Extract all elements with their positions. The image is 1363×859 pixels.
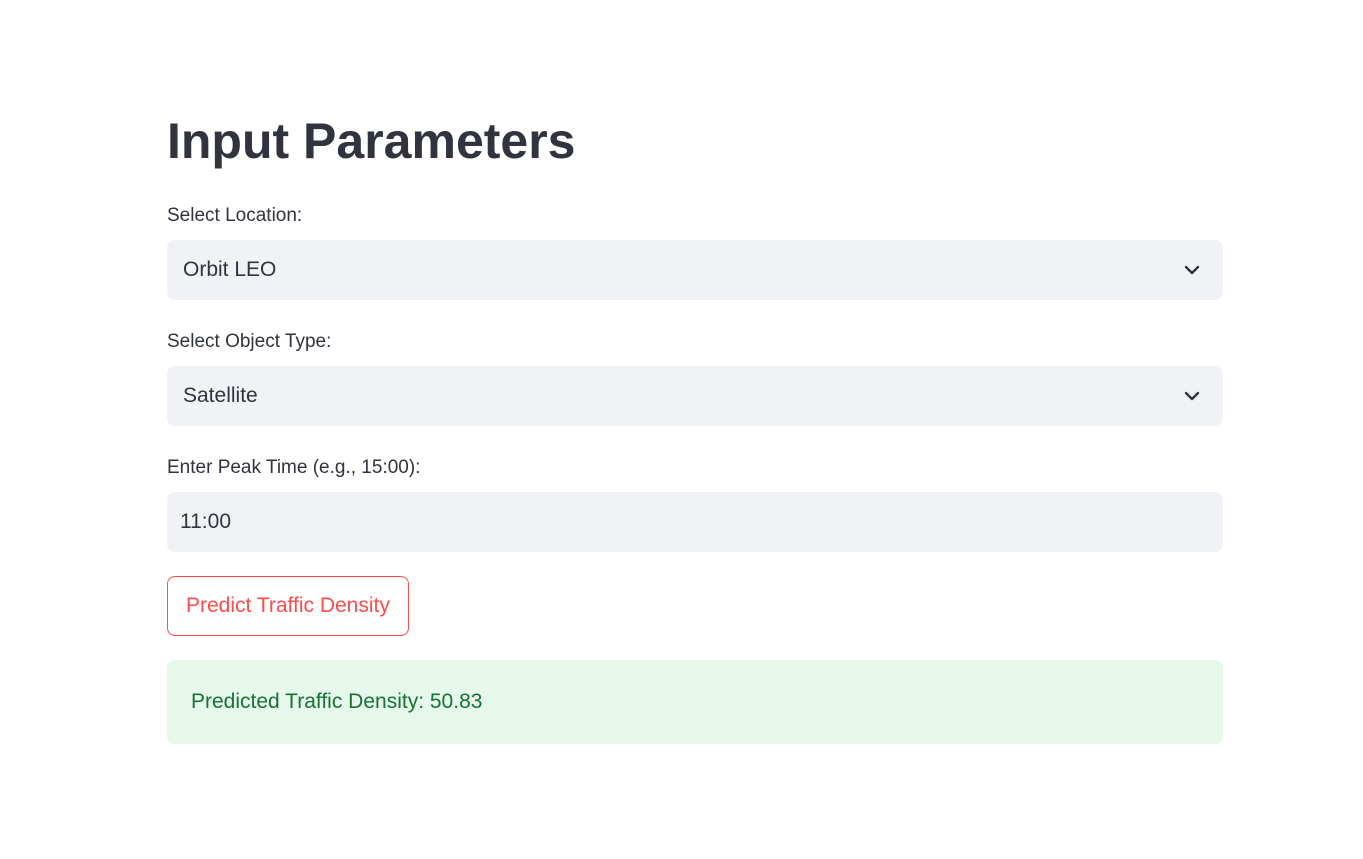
location-label: Select Location: [167, 205, 303, 226]
peak-time-field-container [167, 492, 1223, 552]
chevron-down-icon [1181, 260, 1203, 280]
object-type-select[interactable]: Satellite [167, 366, 1223, 426]
peak-time-input[interactable] [167, 492, 1223, 552]
prediction-result-text: Predicted Traffic Density: 50.83 [191, 690, 483, 713]
location-select[interactable]: Orbit LEO [167, 240, 1223, 300]
location-selected-value: Orbit LEO [183, 258, 277, 281]
predict-traffic-density-button[interactable]: Predict Traffic Density [167, 576, 409, 636]
chevron-down-icon [1181, 386, 1203, 406]
object-type-selected-value: Satellite [183, 384, 258, 407]
object-type-label: Select Object Type: [167, 331, 332, 352]
prediction-result-alert: Predicted Traffic Density: 50.83 [167, 660, 1223, 744]
page-title: Input Parameters [167, 113, 576, 169]
peak-time-label: Enter Peak Time (e.g., 15:00): [167, 457, 421, 478]
